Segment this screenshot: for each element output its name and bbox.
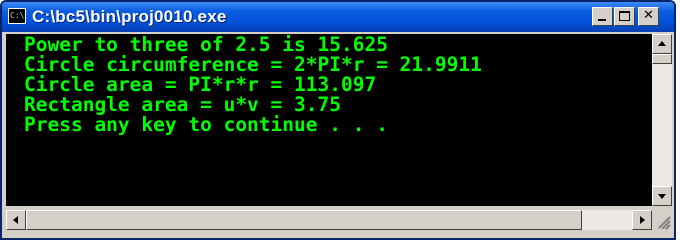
window-title: C:\bc5\bin\proj0010.exe <box>32 7 227 26</box>
title-bar[interactable]: C:\ C:\bc5\bin\proj0010.exe ✕ <box>2 2 674 32</box>
scroll-down-button[interactable] <box>652 186 672 206</box>
horizontal-scrollbar[interactable] <box>6 210 652 230</box>
maximize-button[interactable] <box>614 7 635 26</box>
scroll-up-button[interactable] <box>652 34 672 54</box>
arrow-down-icon <box>658 194 666 199</box>
minimize-button[interactable] <box>592 7 613 26</box>
console-line: Press any key to continue . . . <box>24 113 388 136</box>
console-line: Circle circumference = 2*PI*r = 21.9911 <box>24 53 482 76</box>
console-line: Rectangle area = u*v = 3.75 <box>24 93 341 116</box>
maximize-icon <box>619 11 630 21</box>
arrow-right-icon <box>640 216 645 224</box>
scroll-left-button[interactable] <box>6 210 26 230</box>
close-icon: ✕ <box>643 8 654 23</box>
arrow-up-icon <box>658 41 666 46</box>
scroll-right-button[interactable] <box>632 210 652 230</box>
arrow-left-icon <box>13 216 18 224</box>
minimize-icon <box>598 19 606 21</box>
console-window: C:\ C:\bc5\bin\proj0010.exe ✕ Power to t… <box>0 0 676 240</box>
close-button[interactable]: ✕ <box>638 7 659 26</box>
resize-grip[interactable] <box>652 210 672 230</box>
console-line: Circle area = PI*r*r = 113.097 <box>24 73 377 96</box>
horizontal-scroll-thumb[interactable] <box>26 210 582 230</box>
vertical-scroll-thumb[interactable] <box>652 54 672 64</box>
console-app-icon[interactable]: C:\ <box>8 8 26 24</box>
vertical-scrollbar[interactable] <box>652 34 672 206</box>
console-line: Power to three of 2.5 is 15.625 <box>24 34 388 56</box>
console-output[interactable]: Power to three of 2.5 is 15.625 Circle c… <box>6 34 652 206</box>
